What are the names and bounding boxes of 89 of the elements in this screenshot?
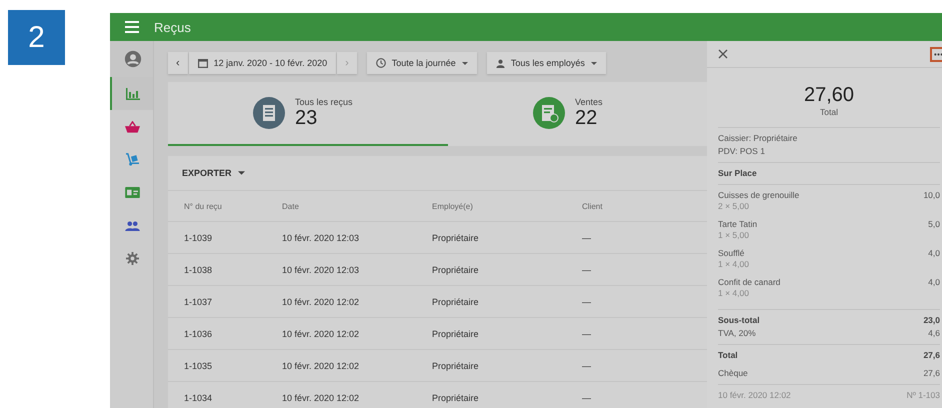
column-header: Employé(e) — [432, 202, 474, 210]
table-cell-text: 10 févr. 2020 12:02 — [282, 328, 360, 338]
payment-amount: 27,6 — [923, 368, 940, 379]
summary-count: 22 — [575, 106, 598, 130]
table-cell-text: 10 févr. 2020 12:02 — [282, 296, 360, 306]
table-cell-text: 10 févr. 2020 12:02 — [282, 392, 360, 402]
export-button[interactable]: EXPORTER — [182, 168, 245, 178]
more-options-button[interactable] — [930, 46, 942, 62]
table-cell-text: 1-1039 — [184, 232, 214, 242]
table-cell-text: — — [582, 296, 592, 306]
close-icon[interactable] — [718, 49, 728, 59]
item-amount: 10,0 — [923, 190, 940, 201]
hand-truck-icon — [125, 153, 140, 166]
grand-total-label: Total — [718, 350, 738, 361]
dining-option: Sur Place — [718, 168, 940, 179]
step-badge: 2 — [8, 10, 65, 65]
table-cell-text: 10 févr. 2020 12:03 — [282, 264, 360, 274]
people-icon — [125, 220, 140, 230]
table-cell-text: Propriétaire — [432, 392, 480, 402]
table-cell-text: Propriétaire — [432, 296, 480, 306]
table-cell-text: 1-1037 — [184, 296, 214, 306]
item-amount: 5,0 — [928, 219, 940, 230]
item-quantity: 1 × 5,00 — [718, 230, 750, 241]
sidebar-item[interactable] — [110, 41, 153, 77]
basket-icon — [125, 120, 140, 132]
receipt-date: 10 févr. 2020 12:02 — [718, 390, 791, 401]
caret-icon — [590, 62, 597, 64]
account-icon — [124, 50, 142, 68]
tax-label: TVA, 20% — [718, 328, 756, 339]
summary-count: 23 — [295, 106, 318, 130]
table-cell-text: 1-1034 — [184, 392, 214, 402]
table-cell-text: 10 févr. 2020 12:02 — [282, 360, 360, 370]
receipt-total: 27,60 — [804, 84, 854, 107]
previous-period-button[interactable]: ‹ — [168, 52, 188, 74]
table-cell-text: Propriétaire — [432, 232, 480, 242]
pos-text: PDV: POS 1 — [718, 146, 766, 157]
receipt-icon — [253, 97, 285, 129]
calendar-icon — [198, 58, 208, 68]
table-cell-text: — — [582, 392, 592, 402]
more-icon — [934, 52, 942, 56]
table-cell-text: Propriétaire — [432, 264, 480, 274]
table-cell-text: 1-1038 — [184, 264, 214, 274]
grand-total-amount: 27,6 — [923, 350, 940, 361]
menu-icon[interactable] — [125, 21, 139, 33]
page-title: Reçus — [154, 20, 191, 34]
item-name: Cuisses de grenouille — [718, 190, 800, 201]
table-cell-text: Propriétaire — [432, 360, 480, 370]
item-amount: 4,0 — [928, 277, 940, 288]
clock-icon — [376, 58, 386, 68]
sidebar-item[interactable] — [110, 77, 153, 110]
column-header: Date — [282, 202, 300, 210]
total-label: Total — [820, 107, 838, 117]
id-card-icon — [125, 187, 140, 198]
caret-icon — [238, 171, 245, 175]
time-filter-dropdown[interactable]: Toute la journée — [366, 52, 477, 74]
table-cell-text: Propriétaire — [432, 328, 480, 338]
summary-label: Ventes — [575, 96, 603, 106]
summary-tab[interactable]: Ventes 22 — [448, 82, 707, 146]
subtotal-label: Sous-total — [718, 315, 760, 326]
item-name: Confit de canard — [718, 277, 780, 288]
bar-chart-icon — [126, 88, 140, 100]
cashier-text: Caissier: Propriétaire — [718, 133, 798, 144]
employee-filter-dropdown[interactable]: Tous les employés — [486, 52, 606, 74]
tax-amount: 4,6 — [928, 328, 940, 339]
column-header: Client — [582, 202, 604, 210]
summary-label: Tous les reçus — [295, 96, 353, 106]
sales-receipt-icon — [533, 97, 565, 129]
receipt-number: Nº 1-103 — [906, 390, 940, 401]
table-cell-text: 10 févr. 2020 12:03 — [282, 232, 360, 242]
table-cell-text: 1-1036 — [184, 328, 214, 338]
summary-tab[interactable]: Tous les reçus 23 — [168, 82, 448, 146]
table-cell-text: — — [582, 328, 592, 338]
item-quantity: 1 × 4,00 — [718, 288, 750, 299]
table-cell-text: — — [582, 232, 592, 242]
column-header: N° du reçu — [184, 202, 223, 210]
date-range-button[interactable]: 12 janv. 2020 - 10 févr. 2020 — [188, 52, 336, 74]
person-icon — [496, 58, 505, 68]
item-name: Tarte Tatin — [718, 219, 758, 230]
payment-method: Chèque — [718, 368, 748, 379]
item-quantity: 1 × 4,00 — [718, 259, 750, 270]
subtotal-amount: 23,0 — [923, 315, 940, 326]
item-amount: 4,0 — [928, 248, 940, 259]
table-cell-text: 1-1035 — [184, 360, 214, 370]
table-cell-text: — — [582, 264, 592, 274]
caret-icon — [462, 62, 468, 64]
item-name: Soufflé — [718, 248, 744, 259]
settings-icon — [126, 252, 139, 265]
table-cell-text: — — [582, 360, 592, 370]
item-quantity: 2 × 5,00 — [718, 201, 750, 212]
